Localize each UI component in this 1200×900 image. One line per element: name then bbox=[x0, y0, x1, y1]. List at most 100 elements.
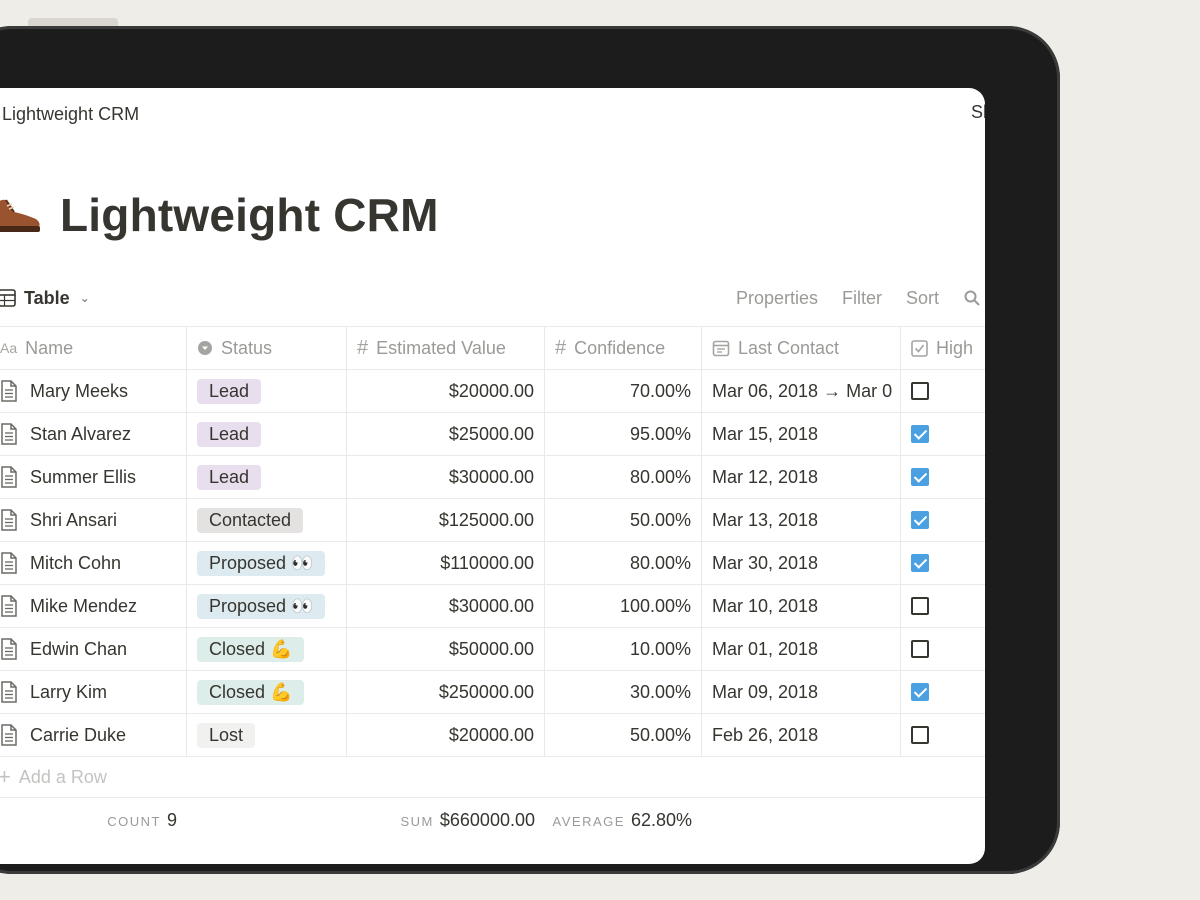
confidence-cell[interactable]: 50.00% bbox=[545, 714, 702, 756]
high-checkbox[interactable] bbox=[911, 468, 929, 486]
status-tag: Lead bbox=[197, 464, 262, 490]
page-icon bbox=[1, 423, 17, 445]
column-header-status[interactable]: Status bbox=[187, 327, 347, 369]
last-contact-cell[interactable]: Mar 12, 2018 bbox=[702, 456, 901, 498]
last-contact-cell[interactable]: Mar 15, 2018 bbox=[702, 413, 901, 455]
last-contact-cell[interactable]: Mar 10, 2018 bbox=[702, 585, 901, 627]
status-tag: Contacted bbox=[197, 507, 304, 533]
table-row[interactable]: Mitch Cohn Proposed 👀 $110000.00 80.00% Mar … bbox=[0, 542, 985, 585]
table-row[interactable]: Edwin Chan Closed 💪 $50000.00 10.00% Mar 01,… bbox=[0, 628, 985, 671]
last-contact-cell[interactable]: Mar 13, 2018 bbox=[702, 499, 901, 541]
status-cell[interactable]: Lead bbox=[187, 456, 347, 498]
column-header-name[interactable]: Aa Name bbox=[0, 327, 187, 369]
name-cell[interactable]: Mitch Cohn bbox=[0, 542, 187, 584]
add-row-button[interactable]: + Add a Row bbox=[0, 757, 985, 798]
value-cell[interactable]: $250000.00 bbox=[347, 671, 545, 713]
search-icon[interactable] bbox=[963, 289, 981, 307]
name-cell[interactable]: Shri Ansari bbox=[0, 499, 187, 541]
status-cell[interactable]: Proposed 👀 bbox=[187, 542, 347, 584]
number-property-icon: # bbox=[555, 336, 567, 359]
status-cell[interactable]: Lead bbox=[187, 413, 347, 455]
value-cell[interactable]: $30000.00 bbox=[347, 585, 545, 627]
number-property-icon: # bbox=[357, 336, 369, 359]
last-contact-cell[interactable]: Mar 06, 2018 → Mar 0 bbox=[702, 370, 901, 412]
high-checkbox[interactable] bbox=[911, 726, 929, 744]
name-cell[interactable]: Stan Alvarez bbox=[0, 413, 187, 455]
breadcrumb[interactable]: Lightweight CRM bbox=[0, 102, 139, 126]
confidence-cell[interactable]: 50.00% bbox=[545, 499, 702, 541]
high-checkbox[interactable] bbox=[911, 511, 929, 529]
high-cell[interactable] bbox=[901, 585, 985, 627]
high-cell[interactable] bbox=[901, 542, 985, 584]
name-cell[interactable]: Mike Mendez bbox=[0, 585, 187, 627]
value-cell[interactable]: $30000.00 bbox=[347, 456, 545, 498]
table-row[interactable]: Larry Kim Closed 💪 $250000.00 30.00% Mar 09,… bbox=[0, 671, 985, 714]
high-cell[interactable] bbox=[901, 413, 985, 455]
last-contact-cell[interactable]: Mar 30, 2018 bbox=[702, 542, 901, 584]
column-header-confidence[interactable]: # Confidence bbox=[545, 327, 702, 369]
status-cell[interactable]: Proposed 👀 bbox=[187, 585, 347, 627]
high-checkbox[interactable] bbox=[911, 554, 929, 572]
high-cell[interactable] bbox=[901, 671, 985, 713]
high-checkbox[interactable] bbox=[911, 683, 929, 701]
last-contact-cell[interactable]: Mar 01, 2018 bbox=[702, 628, 901, 670]
high-cell[interactable] bbox=[901, 370, 985, 412]
value-cell[interactable]: $50000.00 bbox=[347, 628, 545, 670]
table-row[interactable]: Mary Meeks Lead $20000.00 70.00% Mar 06, 201… bbox=[0, 370, 985, 413]
sum-aggregate[interactable]: SUM $660000.00 bbox=[347, 810, 545, 831]
high-cell[interactable] bbox=[901, 456, 985, 498]
status-cell[interactable]: Closed 💪 bbox=[187, 628, 347, 670]
high-cell[interactable] bbox=[901, 499, 985, 541]
column-header-value[interactable]: # Estimated Value bbox=[347, 327, 545, 369]
confidence-cell[interactable]: 80.00% bbox=[545, 542, 702, 584]
high-checkbox[interactable] bbox=[911, 425, 929, 443]
high-checkbox[interactable] bbox=[911, 382, 929, 400]
column-header-high[interactable]: High bbox=[901, 327, 985, 369]
table-row[interactable]: Carrie Duke Lost $20000.00 50.00% Feb 26, 20… bbox=[0, 714, 985, 757]
average-aggregate[interactable]: AVERAGE 62.80% bbox=[545, 810, 702, 831]
high-checkbox[interactable] bbox=[911, 597, 929, 615]
name-cell[interactable]: Mary Meeks bbox=[0, 370, 187, 412]
value-cell[interactable]: $110000.00 bbox=[347, 542, 545, 584]
high-checkbox[interactable] bbox=[911, 640, 929, 658]
row-name: Carrie Duke bbox=[30, 724, 127, 745]
view-switcher[interactable]: Table ⌄ bbox=[0, 288, 90, 309]
page-icon bbox=[1, 638, 17, 660]
last-contact-cell[interactable]: Mar 09, 2018 bbox=[702, 671, 901, 713]
confidence-cell[interactable]: 70.00% bbox=[545, 370, 702, 412]
value-cell[interactable]: $25000.00 bbox=[347, 413, 545, 455]
share-button-clipped[interactable]: Sh bbox=[971, 102, 985, 123]
confidence-cell[interactable]: 30.00% bbox=[545, 671, 702, 713]
value-cell[interactable]: $20000.00 bbox=[347, 370, 545, 412]
status-cell[interactable]: Lead bbox=[187, 370, 347, 412]
confidence-cell[interactable]: 80.00% bbox=[545, 456, 702, 498]
confidence-cell[interactable]: 10.00% bbox=[545, 628, 702, 670]
table-row[interactable]: Stan Alvarez Lead $25000.00 95.00% Mar 15, 2… bbox=[0, 413, 985, 456]
status-cell[interactable]: Contacted bbox=[187, 499, 347, 541]
shoe-icon bbox=[0, 199, 40, 232]
confidence-cell[interactable]: 95.00% bbox=[545, 413, 702, 455]
value-cell[interactable]: $20000.00 bbox=[347, 714, 545, 756]
table-row[interactable]: Mike Mendez Proposed 👀 $30000.00 100.00% Mar… bbox=[0, 585, 985, 628]
properties-button[interactable]: Properties bbox=[736, 288, 818, 309]
count-aggregate[interactable]: COUNT 9 bbox=[0, 810, 187, 831]
page-icon bbox=[1, 380, 17, 402]
high-cell[interactable] bbox=[901, 628, 985, 670]
name-cell[interactable]: Carrie Duke bbox=[0, 714, 187, 756]
status-cell[interactable]: Lost bbox=[187, 714, 347, 756]
table-row[interactable]: Shri Ansari Contacted $125000.00 50.00% Mar … bbox=[0, 499, 985, 542]
app-screen: Lightweight CRM Sh Lightweight CRM bbox=[0, 88, 985, 864]
column-header-last-contact[interactable]: Last Contact bbox=[702, 327, 901, 369]
sort-button[interactable]: Sort bbox=[906, 288, 939, 309]
status-cell[interactable]: Closed 💪 bbox=[187, 671, 347, 713]
table-row[interactable]: Summer Ellis Lead $30000.00 80.00% Mar 12, 2… bbox=[0, 456, 985, 499]
name-cell[interactable]: Summer Ellis bbox=[0, 456, 187, 498]
filter-button[interactable]: Filter bbox=[842, 288, 882, 309]
name-cell[interactable]: Edwin Chan bbox=[0, 628, 187, 670]
value-cell[interactable]: $125000.00 bbox=[347, 499, 545, 541]
name-cell[interactable]: Larry Kim bbox=[0, 671, 187, 713]
last-contact-cell[interactable]: Feb 26, 2018 bbox=[702, 714, 901, 756]
high-cell[interactable] bbox=[901, 714, 985, 756]
row-name: Stan Alvarez bbox=[30, 423, 132, 444]
confidence-cell[interactable]: 100.00% bbox=[545, 585, 702, 627]
